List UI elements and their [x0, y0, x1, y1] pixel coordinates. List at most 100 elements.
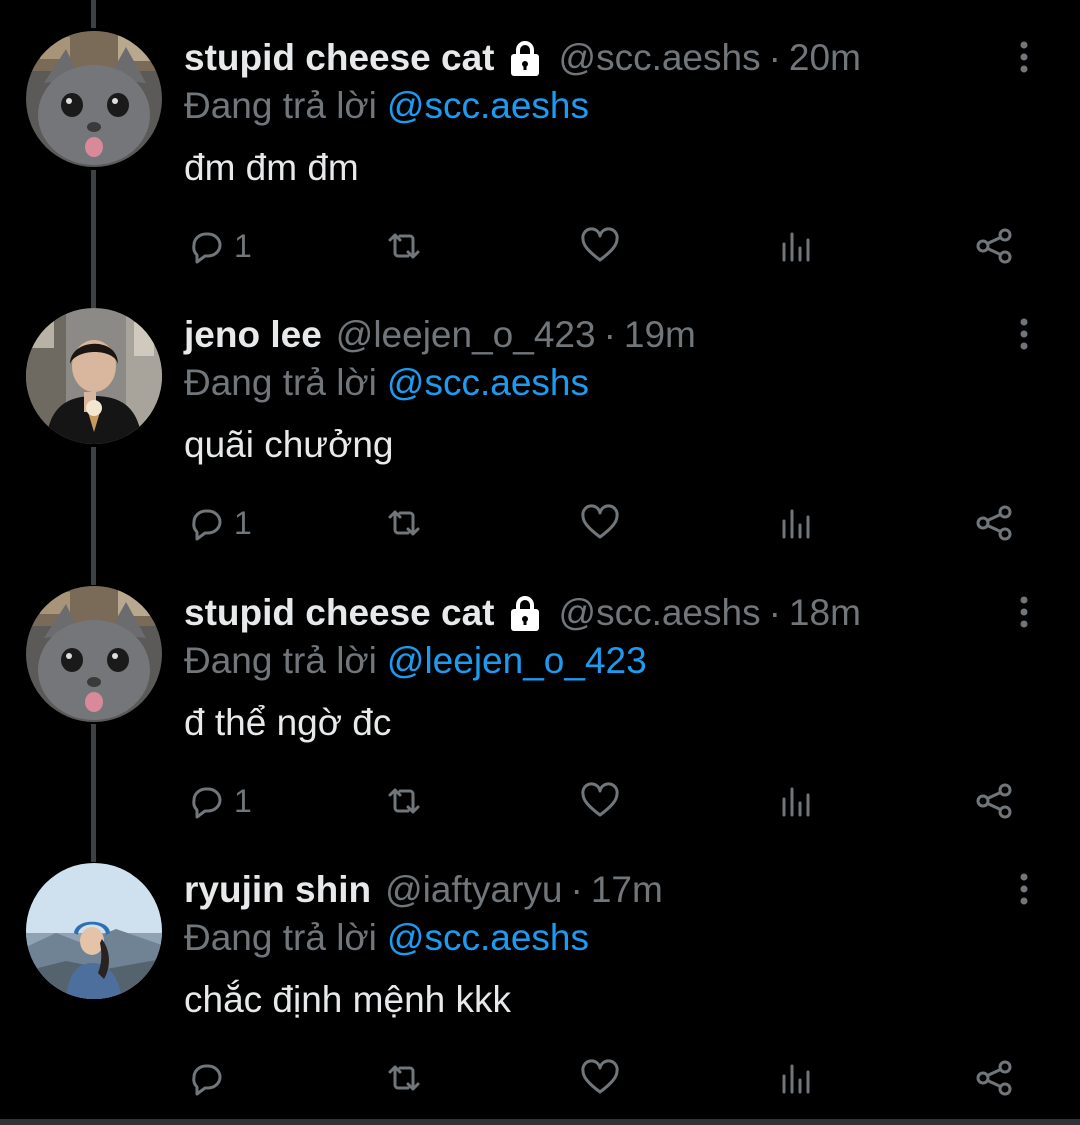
heart-icon [580, 503, 620, 543]
tweet-actions: 1 [0, 777, 1080, 825]
replying-to: Đang trả lời @leejen_o_423 [184, 639, 647, 683]
tweet[interactable]: stupid cheese cat @scc.aeshs · 20m Đang … [0, 0, 1080, 277]
retweet-icon [384, 1058, 424, 1098]
replying-to: Đang trả lời @scc.aeshs [184, 361, 589, 405]
woman-mountain-avatar-image [26, 863, 162, 999]
share-icon [974, 503, 1014, 543]
replying-to-handle[interactable]: @scc.aeshs [387, 362, 589, 403]
reply-icon [186, 226, 226, 266]
more-options-icon[interactable] [1012, 595, 1036, 629]
reply-button[interactable]: 1 [186, 222, 252, 270]
display-name[interactable]: ryujin shin [184, 868, 371, 912]
replying-to-handle[interactable]: @scc.aeshs [387, 917, 589, 958]
heart-icon [580, 781, 620, 821]
avatar[interactable] [26, 586, 162, 722]
share-icon [974, 226, 1014, 266]
reply-icon [186, 1058, 226, 1098]
share-button[interactable] [974, 222, 1014, 270]
display-name[interactable]: stupid cheese cat [184, 36, 495, 80]
like-button[interactable] [580, 222, 620, 270]
reply-button[interactable]: 1 [186, 777, 252, 825]
bottom-divider [0, 1119, 1080, 1125]
separator-dot: · [603, 314, 616, 355]
tweet-actions: 1 [0, 222, 1080, 270]
timestamp[interactable]: 20m [789, 36, 861, 80]
tweet-header: ryujin shin @iaftyaryu · 17m [184, 868, 663, 912]
tweet[interactable]: jeno lee @leejen_o_423 · 19m Đang trả lờ… [0, 277, 1080, 554]
tweet-text: đm đm đm [184, 147, 359, 188]
gray-cat-avatar-image [26, 31, 162, 167]
reply-icon [186, 503, 226, 543]
analytics-icon [778, 1058, 818, 1098]
display-name[interactable]: jeno lee [184, 313, 322, 357]
tweet-header: jeno lee @leejen_o_423 · 19m [184, 313, 696, 357]
analytics-icon [778, 503, 818, 543]
more-options-icon[interactable] [1012, 40, 1036, 74]
person-with-ice-cream-avatar-image [26, 308, 162, 444]
replying-to-handle[interactable]: @scc.aeshs [387, 85, 589, 126]
handle[interactable]: @scc.aeshs [559, 36, 761, 80]
replying-to-label: Đang trả lời [184, 640, 377, 681]
more-options-icon[interactable] [1012, 317, 1036, 351]
separator-dot: · [570, 869, 583, 910]
views-button[interactable] [778, 499, 818, 547]
retweet-button[interactable] [384, 222, 424, 270]
tweet-text: chắc định mệnh kkk [184, 979, 512, 1020]
retweet-icon [384, 781, 424, 821]
replying-to: Đang trả lời @scc.aeshs [184, 84, 589, 128]
reply-count: 1 [234, 228, 252, 264]
reply-count: 1 [234, 505, 252, 541]
tweet-header: stupid cheese cat @scc.aeshs · 20m [184, 36, 861, 80]
handle[interactable]: @iaftyaryu [385, 868, 562, 912]
retweet-button[interactable] [384, 777, 424, 825]
avatar[interactable] [26, 308, 162, 444]
tweet[interactable]: ryujin shin @iaftyaryu · 17m Đang trả lờ… [0, 832, 1080, 1109]
share-button[interactable] [974, 1054, 1014, 1102]
share-icon [974, 1058, 1014, 1098]
timestamp[interactable]: 19m [624, 313, 696, 357]
timestamp[interactable]: 18m [789, 591, 861, 635]
replying-to: Đang trả lời @scc.aeshs [184, 916, 589, 960]
tweet-header: stupid cheese cat @scc.aeshs · 18m [184, 591, 861, 635]
views-button[interactable] [778, 222, 818, 270]
lock-icon [505, 593, 545, 633]
analytics-icon [778, 781, 818, 821]
avatar[interactable] [26, 863, 162, 999]
like-button[interactable] [580, 777, 620, 825]
reply-icon [186, 781, 226, 821]
share-button[interactable] [974, 499, 1014, 547]
share-icon [974, 781, 1014, 821]
tweet-actions [0, 1054, 1080, 1102]
display-name[interactable]: stupid cheese cat [184, 591, 495, 635]
replying-to-label: Đang trả lời [184, 362, 377, 403]
retweet-button[interactable] [384, 1054, 424, 1102]
reply-button[interactable]: 1 [186, 499, 252, 547]
views-button[interactable] [778, 1054, 818, 1102]
share-button[interactable] [974, 777, 1014, 825]
timestamp[interactable]: 17m [591, 868, 663, 912]
separator-dot: · [768, 37, 781, 78]
heart-icon [580, 226, 620, 266]
replying-to-label: Đang trả lời [184, 917, 377, 958]
tweet-actions: 1 [0, 499, 1080, 547]
tweet[interactable]: stupid cheese cat @scc.aeshs · 18m Đang … [0, 555, 1080, 832]
lock-icon [505, 38, 545, 78]
views-button[interactable] [778, 777, 818, 825]
handle[interactable]: @leejen_o_423 [336, 313, 596, 357]
reply-button[interactable] [186, 1054, 234, 1102]
reply-count: 1 [234, 783, 252, 819]
analytics-icon [778, 226, 818, 266]
heart-icon [580, 1058, 620, 1098]
more-options-icon[interactable] [1012, 872, 1036, 906]
replying-to-label: Đang trả lời [184, 85, 377, 126]
tweet-text: quãi chưởng [184, 424, 394, 465]
avatar[interactable] [26, 31, 162, 167]
retweet-button[interactable] [384, 499, 424, 547]
like-button[interactable] [580, 499, 620, 547]
gray-cat-avatar-image [26, 586, 162, 722]
retweet-icon [384, 503, 424, 543]
handle[interactable]: @scc.aeshs [559, 591, 761, 635]
like-button[interactable] [580, 1054, 620, 1102]
separator-dot: · [768, 592, 781, 633]
replying-to-handle[interactable]: @leejen_o_423 [387, 640, 647, 681]
